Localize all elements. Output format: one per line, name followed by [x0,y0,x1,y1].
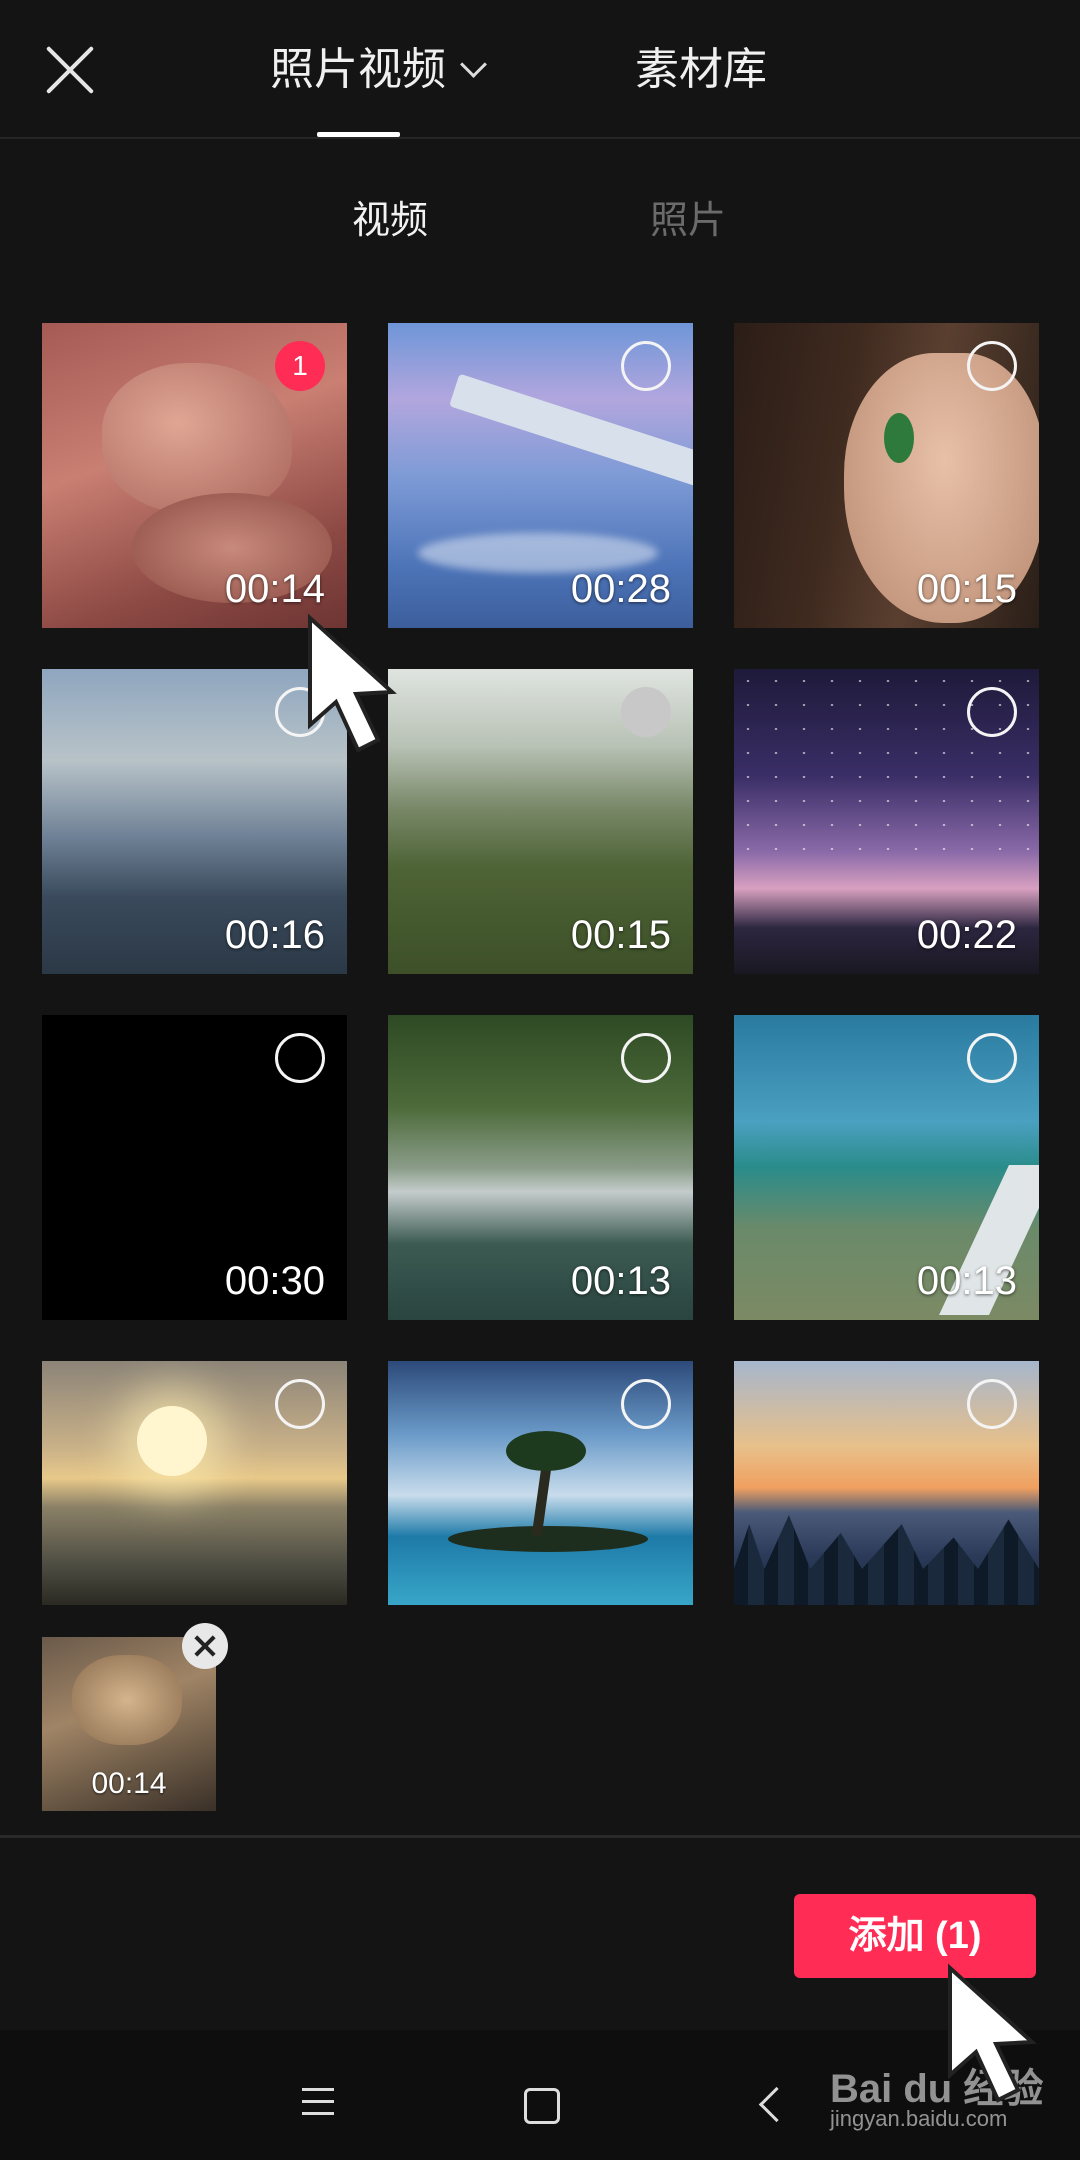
duration-label: 00:22 [916,913,1017,957]
tab-photo-video-label: 照片视频 [270,45,446,94]
media-thumbnail[interactable] [42,1361,347,1605]
tab-material-library-label: 素材库 [635,45,767,94]
tab-photo-video[interactable]: 照片视频 [270,40,487,100]
pine-trees [734,1515,1039,1605]
media-thumbnail[interactable]: 00:13 [734,1015,1039,1320]
media-thumbnail[interactable]: 00:28 [388,323,693,628]
back-icon[interactable] [758,2086,795,2123]
pointer-cursor-icon [948,1963,1037,2103]
top-bar: 照片视频 素材库 [0,0,1080,138]
media-thumbnail[interactable]: 00:30 [42,1015,347,1320]
duration-label: 00:15 [916,567,1017,611]
duration-label: 00:30 [224,1259,325,1303]
airplane-wing [449,373,693,487]
face-paint [884,413,914,463]
tab-material-library[interactable]: 素材库 [635,40,767,100]
media-thumbnail[interactable]: 00:15 [734,323,1039,628]
duration-label: 00:15 [570,913,671,957]
select-circle[interactable] [621,1379,671,1429]
media-thumbnail[interactable]: 1 00:14 [42,323,347,628]
duration-label: 00:13 [570,1259,671,1303]
subtab-photo[interactable]: 照片 [650,196,726,246]
selected-duration-label: 00:14 [91,1767,167,1800]
select-circle[interactable] [967,341,1017,391]
duration-label: 00:28 [570,567,671,611]
subtab-video[interactable]: 视频 [352,196,428,246]
select-circle[interactable] [621,687,671,737]
select-circle[interactable] [967,1379,1017,1429]
lizard-shape [102,363,292,513]
header-divider [0,137,1080,139]
chevron-down-icon [460,51,487,78]
island [448,1526,648,1552]
duration-label: 00:14 [224,567,325,611]
media-thumbnail[interactable] [388,1361,693,1605]
select-circle[interactable] [621,1033,671,1083]
close-icon[interactable] [44,44,96,96]
remove-selected-icon[interactable] [182,1623,228,1669]
menu-icon[interactable] [302,2088,334,2124]
duration-label: 00:16 [224,913,325,957]
selection-badge[interactable]: 1 [275,341,325,391]
palm-leaves [506,1431,586,1471]
select-circle[interactable] [967,687,1017,737]
media-thumbnail[interactable] [734,1361,1039,1605]
sun [137,1406,207,1476]
media-thumbnail[interactable]: 00:13 [388,1015,693,1320]
media-thumbnail[interactable]: 00:22 [734,669,1039,974]
media-thumbnail[interactable]: 00:15 [388,669,693,974]
home-icon[interactable] [524,2088,560,2124]
select-circle[interactable] [275,1379,325,1429]
select-circle[interactable] [621,341,671,391]
duration-label: 00:13 [916,1259,1017,1303]
lizard-shape [72,1655,182,1745]
select-circle[interactable] [967,1033,1017,1083]
select-circle[interactable] [275,1033,325,1083]
pointer-cursor-icon [308,613,397,753]
footer-divider [0,1835,1080,1838]
